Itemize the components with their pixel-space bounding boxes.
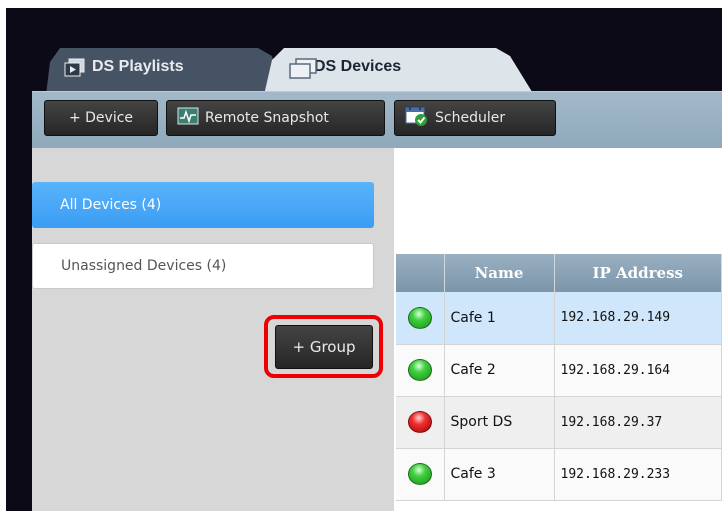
- device-name-cell: Cafe 1: [444, 292, 555, 345]
- status-online-icon: [408, 463, 432, 485]
- tab-ds-playlists[interactable]: DS Playlists: [46, 48, 282, 95]
- group-all-devices[interactable]: All Devices (4): [32, 182, 374, 228]
- app-window: DS Playlists DS Devices + Device Remote …: [6, 8, 722, 511]
- ip-address-cell: 192.168.29.149: [554, 292, 722, 345]
- snapshot-icon: [177, 107, 199, 129]
- calendar-check-icon: [405, 105, 429, 131]
- ip-address-cell: 192.168.29.164: [554, 344, 722, 397]
- group-unassigned-devices[interactable]: Unassigned Devices (4): [32, 243, 374, 289]
- toolbar: + Device Remote Snapshot Scheduler: [32, 91, 722, 148]
- status-online-icon: [408, 306, 432, 329]
- ip-address-cell: 192.168.29.233: [554, 448, 722, 501]
- device-name-cell: Sport DS: [444, 396, 555, 449]
- device-list-panel: Name IP Address Cafe 1 192.168.29.149 Ca…: [394, 148, 722, 511]
- scheduler-button[interactable]: Scheduler: [394, 100, 556, 136]
- device-groups-sidebar: All Devices (4) Unassigned Devices (4) +…: [32, 148, 394, 511]
- add-group-label: + Group: [292, 338, 356, 356]
- device-name-cell: Cafe 3: [444, 448, 555, 501]
- status-online-icon: [408, 359, 432, 381]
- device-table: Name IP Address Cafe 1 192.168.29.149 Ca…: [396, 254, 722, 501]
- status-cell: [396, 344, 445, 397]
- status-cell: [396, 448, 445, 501]
- ip-address-cell: 192.168.29.37: [554, 396, 722, 449]
- group-label: All Devices (4): [60, 197, 162, 213]
- column-header-status[interactable]: [396, 254, 445, 292]
- table-row[interactable]: Cafe 1 192.168.29.149: [396, 292, 722, 345]
- remote-snapshot-label: Remote Snapshot: [205, 110, 329, 126]
- status-cell: [396, 292, 445, 345]
- highlight-box: + Group: [264, 315, 383, 378]
- status-offline-icon: [408, 411, 432, 433]
- column-header-ip-address[interactable]: IP Address: [554, 254, 722, 292]
- scheduler-label: Scheduler: [435, 110, 506, 126]
- tab-ds-devices[interactable]: DS Devices: [264, 48, 534, 95]
- add-device-button[interactable]: + Device: [44, 100, 158, 136]
- add-device-label: + Device: [68, 110, 134, 126]
- table-header-row: Name IP Address: [396, 254, 722, 292]
- table-row[interactable]: Cafe 2 192.168.29.164: [396, 344, 722, 397]
- tab-label: DS Playlists: [92, 58, 184, 75]
- group-label: Unassigned Devices (4): [61, 258, 227, 274]
- status-cell: [396, 396, 445, 449]
- table-row[interactable]: Cafe 3 192.168.29.233: [396, 448, 722, 501]
- device-name-cell: Cafe 2: [444, 344, 555, 397]
- add-group-button[interactable]: + Group: [275, 325, 373, 369]
- column-header-name[interactable]: Name: [444, 254, 555, 292]
- devices-icon: [288, 58, 318, 85]
- remote-snapshot-button[interactable]: Remote Snapshot: [166, 100, 385, 136]
- tab-label: DS Devices: [314, 58, 402, 75]
- playlist-icon: [64, 58, 86, 83]
- table-row[interactable]: Sport DS 192.168.29.37: [396, 396, 722, 449]
